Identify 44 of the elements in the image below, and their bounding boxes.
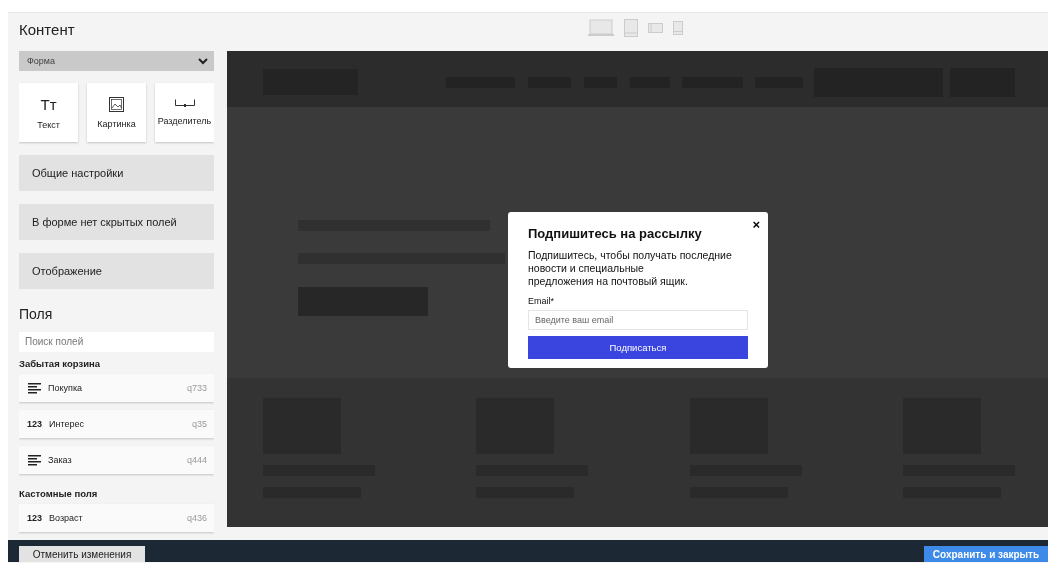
field-item[interactable]: Заказ q444: [19, 446, 214, 474]
number-icon: 123: [27, 419, 43, 429]
tablet-icon[interactable]: [624, 19, 638, 37]
number-icon: 123: [27, 513, 43, 523]
email-field[interactable]: Введите ваш email: [528, 310, 748, 330]
section-heading: Поля: [19, 305, 54, 322]
panel-title: Контент: [19, 21, 75, 38]
text-icon: Тт: [40, 95, 57, 113]
field-item[interactable]: Покупка q733: [19, 374, 214, 402]
save-button[interactable]: Сохранить и закрыть: [924, 546, 1048, 562]
field-name: Интерес: [49, 419, 85, 429]
settings-section[interactable]: Отображение: [19, 252, 214, 289]
group-heading: Забытая корзина: [19, 358, 102, 369]
text-lines-icon: [27, 382, 41, 394]
cancel-button[interactable]: Отменить изменения: [19, 546, 145, 562]
field-name: Заказ: [48, 455, 73, 465]
field-item[interactable]: 123 Возраст q436: [19, 504, 214, 532]
settings-section[interactable]: Общие настройки: [19, 155, 214, 192]
subscribe-button[interactable]: Подписаться: [528, 336, 748, 359]
element-tile[interactable]: Тт Текст: [19, 83, 78, 143]
field-code: q733: [186, 383, 207, 393]
image-icon: [109, 96, 124, 112]
phone-icon[interactable]: [673, 21, 683, 35]
laptop-icon[interactable]: [588, 19, 614, 37]
field-code: q436: [186, 513, 207, 523]
form-dropdown[interactable]: Форма: [19, 51, 214, 72]
field-name: Возраст: [49, 513, 84, 523]
settings-section[interactable]: В форме нет скрытых полей: [19, 204, 214, 240]
close-button[interactable]: ×: [750, 218, 762, 232]
popup-text: Подпишитесь, чтобы получать последние новости и специальные предложения на почтовый ящик.: [528, 249, 733, 288]
divider-icon: [174, 99, 195, 110]
search-field[interactable]: Поиск полей: [19, 331, 214, 352]
text-lines-icon: [27, 454, 41, 466]
group-heading: Кастомные поля: [19, 488, 99, 499]
field-name: Покупка: [48, 383, 84, 393]
element-tile[interactable]: Картинка: [87, 83, 146, 143]
field-code: q444: [186, 455, 207, 465]
email-label: Email*: [528, 296, 555, 306]
chevron-down-icon: [198, 57, 208, 65]
popup-title: Подпишитесь на рассылку: [528, 226, 703, 241]
phone-landscape-icon[interactable]: [648, 23, 663, 33]
element-tile[interactable]: Разделитель: [155, 83, 214, 143]
field-code: q35: [191, 419, 207, 429]
field-item[interactable]: 123 Интерес q35: [19, 410, 214, 438]
